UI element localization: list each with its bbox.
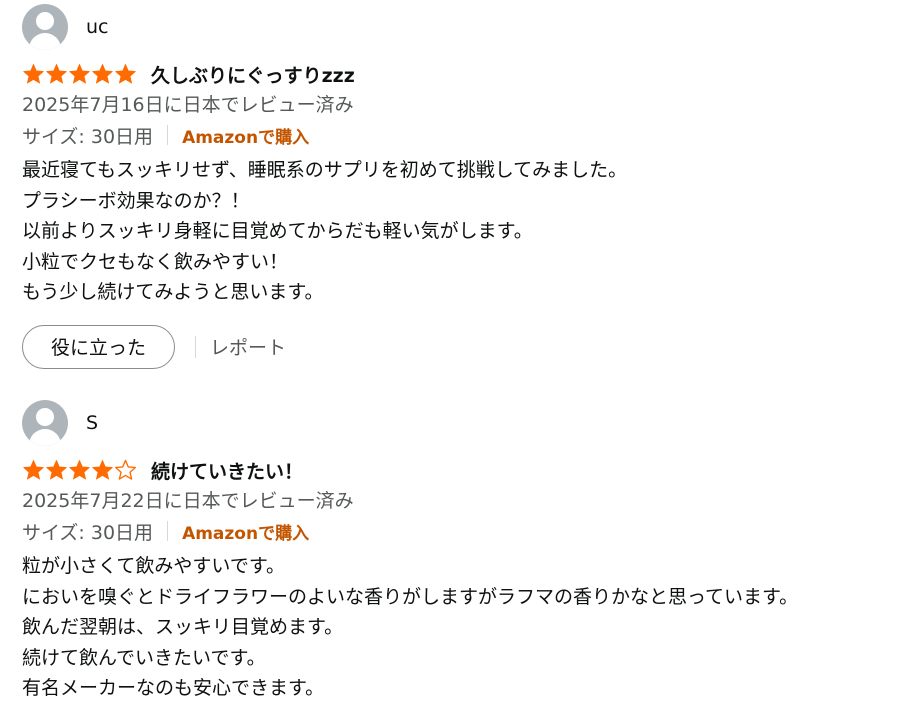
review-date: 2025年7月22日に日本でレビュー済み bbox=[22, 490, 354, 512]
review-title[interactable]: 続けていきたい！ bbox=[151, 457, 303, 484]
star-icon bbox=[23, 64, 44, 84]
review-body-line: 小粒でクセもなく飲みやすい！ bbox=[22, 250, 289, 273]
reviewer-profile[interactable]: S bbox=[22, 400, 882, 446]
review-body: 粒が小さくて飲みやすいです。 においを嗅ぐとドライフラワーのよいな香りがしますが… bbox=[22, 551, 882, 704]
review-body-line: 最近寝てもスッキリせず、睡眠系のサプリを初めて挑戦してみました。 bbox=[22, 159, 628, 181]
user-avatar-icon bbox=[22, 4, 68, 50]
review-body-line: もう少し続けてみようと思います。 bbox=[22, 281, 324, 303]
verified-purchase-badge: Amazonで購入 bbox=[182, 523, 310, 544]
verified-purchase-badge: Amazonで購入 bbox=[182, 127, 310, 148]
divider bbox=[167, 521, 169, 541]
star-icon bbox=[46, 64, 67, 84]
product-size: サイズ: 30日用 bbox=[22, 521, 154, 544]
divider bbox=[167, 125, 169, 145]
star-icon bbox=[115, 64, 136, 84]
star-rating[interactable] bbox=[22, 63, 137, 85]
reviewer-name: S bbox=[86, 412, 99, 434]
reviewer-name: uc bbox=[86, 16, 109, 38]
review-title[interactable]: 久しぶりにぐっすりzzz bbox=[151, 61, 355, 88]
review-body: 最近寝てもスッキリせず、睡眠系のサプリを初めて挑戦してみました。 プラシーボ効果… bbox=[22, 155, 882, 308]
user-avatar-icon bbox=[22, 400, 68, 446]
review-card: S 続けていきたい！ 2025年7月22日に日本でレビュー済み サイズ: 30日… bbox=[22, 400, 882, 704]
review-body-line: 続けて飲んでいきたいです。 bbox=[22, 646, 266, 669]
divider bbox=[195, 335, 196, 358]
review-body-line: 飲んだ翌朝は、スッキリ目覚めます。 bbox=[22, 616, 344, 638]
review-date: 2025年7月16日に日本でレビュー済み bbox=[22, 94, 354, 116]
star-icon bbox=[69, 64, 90, 84]
star-icon bbox=[92, 64, 113, 84]
review-body-line: 以前よりスッキリ身軽に目覚めてからだも軽い気がします。 bbox=[22, 220, 533, 242]
product-size: サイズ: 30日用 bbox=[22, 125, 154, 148]
report-link[interactable]: レポート bbox=[210, 333, 286, 360]
star-outline-icon bbox=[114, 459, 137, 480]
helpful-button[interactable]: 役に立った bbox=[22, 324, 175, 369]
star-rating[interactable] bbox=[22, 459, 137, 481]
star-icon bbox=[69, 460, 90, 480]
star-icon bbox=[46, 460, 67, 480]
review-body-line: 有名メーカーなのも安心できます。 bbox=[22, 677, 325, 699]
review-body-line: 粒が小さくて飲みやすいです。 bbox=[22, 555, 285, 577]
reviewer-profile[interactable]: uc bbox=[22, 4, 882, 50]
review-body-line: においを嗅ぐとドライフラワーのよいな香りがしますがラフマの香りかなと思っています… bbox=[22, 585, 799, 608]
review-body-line: プラシーボ効果なのか？！ bbox=[22, 189, 250, 212]
review-card: uc 久しぶりにぐっすりzzz 2025年7月16日に日本でレビュー済み サイズ… bbox=[22, 4, 882, 370]
star-icon bbox=[92, 460, 113, 480]
star-icon bbox=[23, 460, 44, 480]
